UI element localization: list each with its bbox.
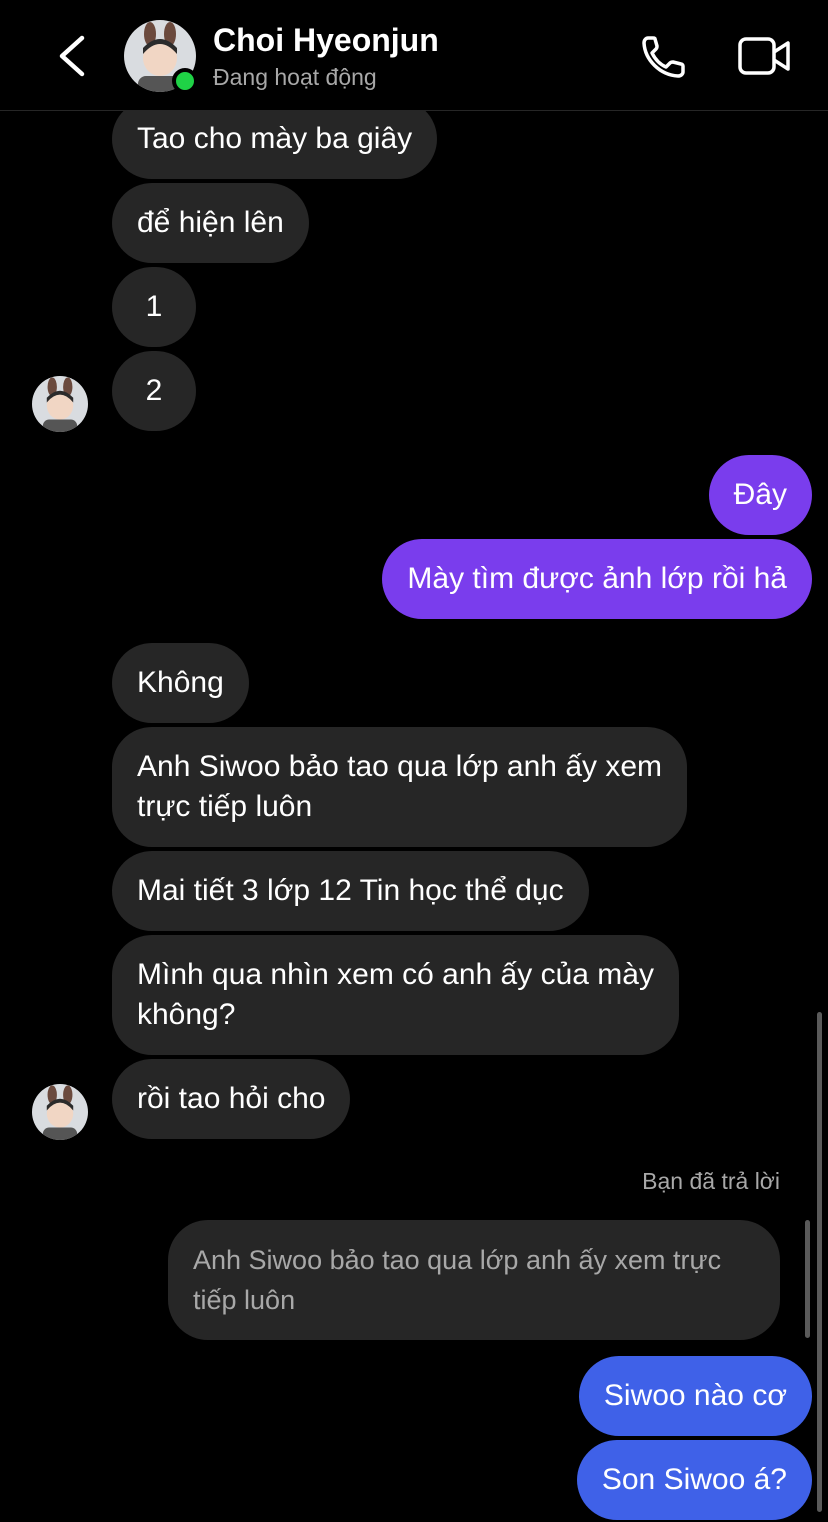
video-camera-icon	[738, 37, 790, 75]
reply-scrollbar[interactable]	[805, 1220, 810, 1338]
sent-message[interactable]: Son Siwoo á?	[576, 1440, 812, 1520]
received-message[interactable]: Anh Siwoo bảo tao qua lớp anh ấy xem trự…	[112, 727, 688, 847]
audio-call-button[interactable]	[638, 32, 692, 82]
message-text: Đây	[733, 478, 787, 511]
quote-text: tiếp luôn	[193, 1285, 296, 1315]
online-indicator	[172, 68, 198, 94]
sent-message[interactable]: Đây	[708, 455, 812, 535]
message-text: Mai tiết 3 lớp 12 Tin học thể dục	[137, 874, 564, 907]
message-text: Mình qua nhìn xem có anh ấy của mày	[137, 958, 654, 991]
chat-header: Choi Hyeonjun Đang hoạt động	[0, 0, 828, 111]
message-text: Tao cho mày ba giây	[137, 122, 413, 155]
message-text: Mày tìm được ảnh lớp rồi hả	[407, 562, 787, 595]
phone-icon	[642, 36, 685, 78]
received-message[interactable]: Mình qua nhìn xem có anh ấy của mày khôn…	[112, 935, 679, 1055]
message-text: không?	[137, 998, 236, 1031]
message-text: 2	[145, 374, 163, 407]
chat-scrollbar[interactable]	[817, 1012, 822, 1512]
back-button[interactable]	[52, 30, 92, 82]
message-text: Siwoo nào cơ	[603, 1379, 787, 1412]
chevron-left-icon	[59, 35, 85, 77]
video-call-button[interactable]	[735, 32, 793, 82]
reply-label: Bạn đã trả lời	[642, 1168, 780, 1194]
contact-status: Đang hoạt động	[213, 64, 377, 90]
quote-text: Anh Siwoo bảo tao qua lớp anh ấy xem trự…	[193, 1245, 722, 1275]
message-text: 1	[145, 290, 163, 323]
avatar-photo	[32, 376, 88, 432]
received-message[interactable]: rồi tao hỏi cho	[112, 1059, 351, 1139]
message-text: trực tiếp luôn	[137, 790, 313, 823]
received-message[interactable]: Không	[112, 643, 249, 723]
sender-avatar[interactable]	[32, 1084, 88, 1140]
received-message[interactable]: để hiện lên	[112, 183, 309, 263]
message-text: để hiện lên	[137, 206, 284, 239]
received-message[interactable]: 1	[112, 267, 196, 347]
message-text: Anh Siwoo bảo tao qua lớp anh ấy xem	[137, 750, 663, 783]
sender-avatar[interactable]	[32, 376, 88, 432]
reply-quote-preview[interactable]: Anh Siwoo bảo tao qua lớp anh ấy xem trự…	[168, 1220, 780, 1340]
message-text: Son Siwoo á?	[601, 1463, 787, 1496]
sent-message[interactable]: Siwoo nào cơ	[578, 1356, 812, 1436]
avatar-photo	[32, 1084, 88, 1140]
message-text: rồi tao hỏi cho	[137, 1082, 326, 1115]
message-text: Không	[137, 666, 224, 699]
contact-name[interactable]: Choi Hyeonjun	[213, 22, 439, 59]
sent-message[interactable]: Mày tìm được ảnh lớp rồi hả	[382, 539, 812, 619]
received-message[interactable]: Tao cho mày ba giây	[112, 99, 438, 179]
received-message[interactable]: 2	[112, 351, 196, 431]
received-message[interactable]: Mai tiết 3 lớp 12 Tin học thể dục	[112, 851, 589, 931]
